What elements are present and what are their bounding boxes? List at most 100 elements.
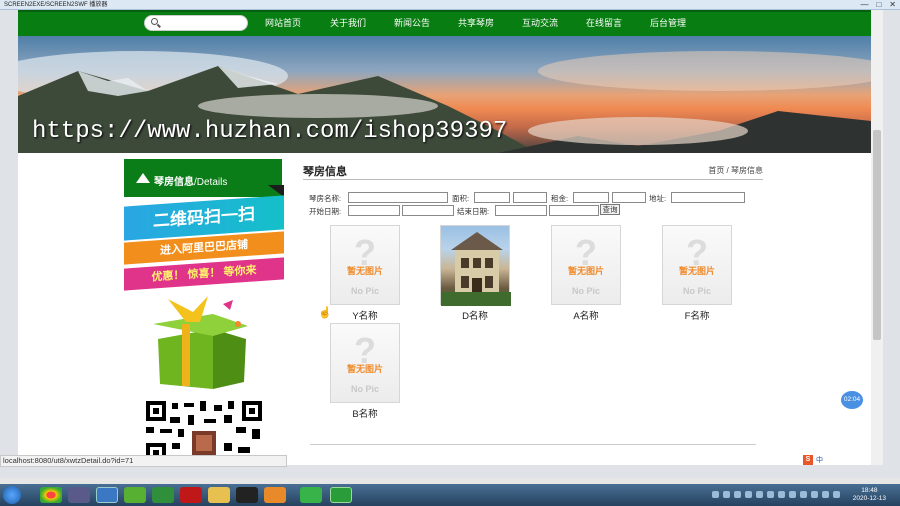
room-name[interactable]: Y名称 (320, 308, 410, 322)
minimize-button[interactable]: — (860, 0, 868, 10)
main-content: 琴房信息 首页 / 琴房信息 琴房名称: 面积: 租金: 地址: 开始日期: 结… (303, 159, 763, 459)
no-image-placeholder[interactable]: ? 暂无图片 No Pic (662, 225, 732, 305)
nav-item-about[interactable]: 关于我们 (330, 17, 366, 29)
window-titlebar: SCREEN2EXE/SCREEN2SWF 播放器 — □ ✕ (0, 0, 900, 10)
sidebar-header: 琴房信息/Details (124, 159, 284, 197)
system-tray[interactable] (712, 491, 840, 498)
gift-box-icon (153, 296, 248, 389)
start-button[interactable] (3, 486, 21, 504)
no-pic-text: No Pic (350, 384, 379, 394)
maximize-button[interactable]: □ (876, 0, 881, 10)
shop-ad[interactable]: 二维码扫一扫 进入阿里巴巴店铺 优惠！ 惊喜！ 等你来 (124, 195, 284, 291)
flash-icon[interactable] (180, 487, 202, 503)
content-divider (310, 444, 756, 445)
room-card[interactable]: D名称 (430, 225, 520, 322)
tray-icon[interactable] (745, 491, 752, 498)
tray-icon[interactable] (833, 491, 840, 498)
no-image-text: 暂无图片 (346, 364, 383, 374)
app-icon[interactable] (330, 487, 352, 503)
no-image-placeholder[interactable]: ? 暂无图片 No Pic (330, 323, 400, 403)
room-name[interactable]: D名称 (430, 308, 520, 322)
name-field[interactable] (348, 192, 448, 203)
room-card[interactable]: ? 暂无图片 No Pic A名称 (541, 225, 631, 322)
room-name[interactable]: F名称 (652, 308, 742, 322)
no-image-text: 暂无图片 (346, 266, 383, 276)
no-pic-text: No Pic (682, 286, 711, 296)
close-button[interactable]: ✕ (889, 0, 896, 10)
rent-label: 租金: (551, 194, 569, 203)
nav-item-forum[interactable]: 互动交流 (522, 17, 558, 29)
search-input[interactable] (144, 15, 248, 31)
vertical-scrollbar[interactable] (871, 10, 883, 465)
excel-icon[interactable] (152, 487, 174, 503)
area-label: 面积: (452, 194, 470, 203)
scrollbar-thumb[interactable] (873, 130, 881, 340)
search-icon (151, 18, 158, 25)
tray-icon[interactable] (778, 491, 785, 498)
nav-item-admin[interactable]: 后台管理 (650, 17, 686, 29)
page-title: 琴房信息 (303, 166, 347, 178)
browser-page: 网站首页 关于我们 新闻公告 共享琴房 互动交流 在线留言 后台管理 https… (18, 10, 871, 465)
address-label: 地址: (649, 194, 667, 203)
breadcrumb[interactable]: 首页 / 琴房信息 (708, 165, 763, 176)
nav-item-home[interactable]: 网站首页 (265, 17, 301, 29)
room-photo[interactable] (440, 225, 511, 306)
title-divider (303, 179, 763, 180)
house-photo (441, 232, 511, 306)
tray-icon[interactable] (756, 491, 763, 498)
no-pic-text: No Pic (571, 286, 600, 296)
start-date-from-field[interactable] (348, 205, 400, 216)
time-badge: 02:04 (841, 391, 863, 409)
tray-icon[interactable] (767, 491, 774, 498)
sidebar: 琴房信息/Details 二维码扫一扫 进入阿里巴巴店铺 优惠！ 惊喜！ 等你来 (124, 159, 284, 465)
no-image-text: 暂无图片 (678, 266, 715, 276)
tray-icon[interactable] (789, 491, 796, 498)
room-card[interactable]: ? 暂无图片 No Pic F名称 (652, 225, 742, 322)
tray-icon[interactable] (723, 491, 730, 498)
tray-icon[interactable] (734, 491, 741, 498)
area-min-field[interactable] (474, 192, 510, 203)
rent-min-field[interactable] (573, 192, 609, 203)
nav-item-shared-rooms[interactable]: 共享琴房 (458, 17, 494, 29)
qq-icon[interactable] (236, 487, 258, 503)
no-image-placeholder[interactable]: ? 暂无图片 No Pic (551, 225, 621, 305)
ie-icon[interactable] (96, 487, 118, 503)
player-icon[interactable] (264, 487, 286, 503)
watermark-url: https://www.huzhan.com/ishop39397 (32, 118, 508, 145)
area-max-field[interactable] (513, 192, 547, 203)
end-date-to-field[interactable] (549, 205, 599, 216)
banner-image: https://www.huzhan.com/ishop39397 (18, 36, 871, 153)
start-date-to-field[interactable] (402, 205, 454, 216)
sidebar-title: 琴房信息 (154, 177, 194, 188)
no-image-placeholder[interactable]: ? 暂无图片 No Pic (330, 225, 400, 305)
room-card[interactable]: ? 暂无图片 No Pic Y名称 (320, 225, 410, 322)
nav-item-messages[interactable]: 在线留言 (586, 17, 622, 29)
tray-icon[interactable] (822, 491, 829, 498)
rent-max-field[interactable] (612, 192, 646, 203)
room-name[interactable]: A名称 (541, 308, 631, 322)
tray-icon[interactable] (800, 491, 807, 498)
room-card[interactable]: ? 暂无图片 No Pic B名称 (320, 323, 410, 420)
wechat-icon[interactable] (300, 487, 322, 503)
app-icon[interactable] (68, 487, 90, 503)
ime-mode[interactable]: 中 (816, 455, 823, 465)
taskbar-clock[interactable]: 18:48 2020-12-13 (853, 487, 886, 503)
window-title: SCREEN2EXE/SCREEN2SWF 播放器 (4, 2, 108, 8)
room-name[interactable]: B名称 (320, 406, 410, 420)
ime-toolbar[interactable]: S 中 (803, 455, 823, 465)
clock-date: 2020-12-13 (852, 495, 886, 502)
name-label: 琴房名称: (309, 194, 342, 203)
address-field[interactable] (671, 192, 745, 203)
query-button[interactable]: 查询 (600, 204, 620, 215)
chrome-icon[interactable] (40, 487, 62, 503)
triangle-icon (136, 173, 150, 183)
nav-item-news[interactable]: 新闻公告 (394, 17, 430, 29)
tray-icon[interactable] (811, 491, 818, 498)
explorer-icon[interactable] (208, 487, 230, 503)
end-date-from-field[interactable] (495, 205, 547, 216)
app-icon[interactable] (124, 487, 146, 503)
tray-icon[interactable] (712, 491, 719, 498)
sogou-icon[interactable]: S (803, 455, 813, 465)
no-image-text: 暂无图片 (567, 266, 604, 276)
top-nav: 网站首页 关于我们 新闻公告 共享琴房 互动交流 在线留言 后台管理 (18, 10, 871, 36)
